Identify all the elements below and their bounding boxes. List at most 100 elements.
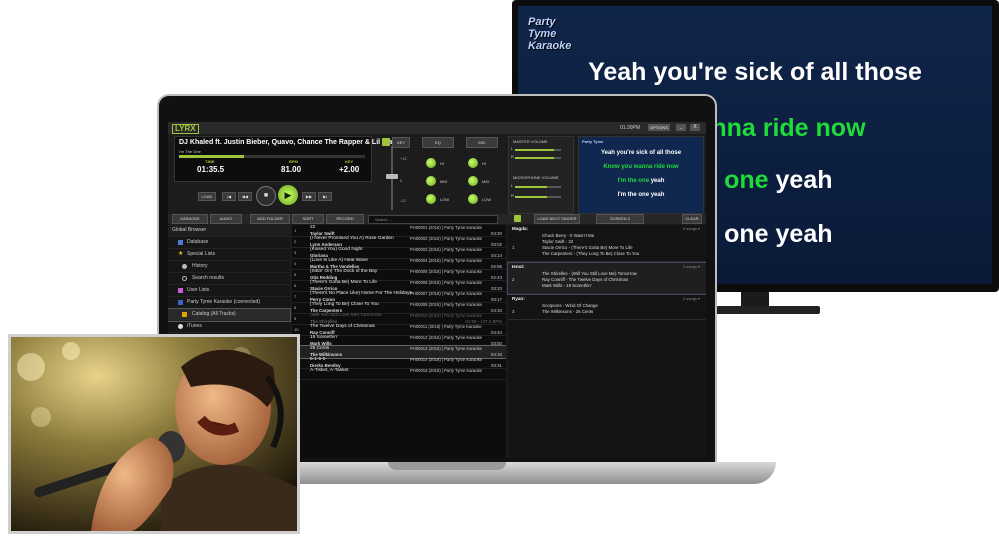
track-artist: The Shirelles (310, 318, 338, 324)
options-button[interactable]: OPTIONS (648, 124, 670, 131)
tv-lyric-line-1: Yeah you're sick of all those (588, 58, 922, 86)
star-icon: ★ (178, 251, 184, 257)
load-button[interactable]: LOAD (198, 192, 216, 201)
track-title: (Kissed You) Good Night (310, 247, 363, 252)
track-title: (I Never Promised You A) Rose Garden (310, 236, 394, 241)
mic-button[interactable]: MIC (466, 137, 498, 148)
eq-mid-knob[interactable] (426, 176, 436, 186)
fader-zero-label: 0 (400, 178, 403, 183)
close-button[interactable]: X (690, 124, 700, 131)
mic-volume-right-slider[interactable] (515, 196, 561, 198)
add-folder-button[interactable]: ADD FOLDER (250, 214, 290, 224)
sidebar-item-history[interactable]: History (168, 261, 290, 273)
track-title: 19 Somethin' (310, 335, 338, 340)
queue-song[interactable]: Scorpions - Wind Of Change (542, 303, 598, 308)
eq-button[interactable]: EQ (422, 137, 454, 148)
sidebar-item-catalog[interactable]: Catalog (All Tracks) (168, 308, 291, 322)
play-button[interactable]: ▶ (278, 185, 298, 205)
screen-2-button[interactable]: SCREEN 2 (596, 214, 644, 224)
mic-mid-label: MID (482, 179, 490, 184)
master-volume-label: MASTER VOLUME (513, 139, 548, 144)
previous-button[interactable]: |◀ (222, 192, 236, 201)
queue-song[interactable]: The Shirelles - (Will You Still Love Me)… (542, 271, 637, 276)
key-lock-icon[interactable] (382, 138, 390, 146)
mic-left-fill (515, 186, 548, 188)
queue-song[interactable]: The Carpenters - (They Long To Be) Close… (542, 251, 639, 256)
sidebar-item-global-browser[interactable]: Global Browser (168, 225, 290, 237)
singer-icon[interactable] (514, 215, 521, 222)
track-duration: 04:20 (491, 230, 502, 236)
mic-hi-knob[interactable] (468, 158, 478, 168)
track-artist: Mark Wills (310, 340, 332, 346)
queue-singer-group[interactable]: Ryan: 2 songs ▾ 3 Scorpions - Wind Of Chang… (508, 295, 706, 320)
queue-singer-group[interactable]: Ienut: 3 songs ▾ 2 The Shirelles - (Will Yo… (507, 262, 706, 295)
catalog-icon (182, 312, 187, 317)
rewind-button[interactable]: ◀◀ (238, 192, 252, 201)
queue-song[interactable]: Stacie Orrico - (There's Gotta Be) More … (542, 245, 633, 250)
sidebar-item-search-results[interactable]: Search results (168, 273, 290, 285)
song-count[interactable]: 2 songs ▾ (683, 296, 700, 301)
track-duration: 03:02 (491, 241, 502, 247)
master-r-label: R (511, 154, 514, 159)
track-duration: 03:31 (491, 362, 502, 368)
eq-hi-knob[interactable] (426, 158, 436, 168)
search-input[interactable]: Search ... (368, 215, 498, 224)
stop-button[interactable]: ■ (256, 186, 276, 206)
preview-line-2: Know you wanna ride now (603, 164, 679, 170)
mic-low-knob[interactable] (468, 194, 478, 204)
eq-low-knob[interactable] (426, 194, 436, 204)
key-fader[interactable] (386, 146, 398, 212)
track-code: PH00014 (2016) | Party Tyme Karaoke (410, 357, 483, 362)
time-label: TIME (205, 159, 215, 164)
master-volume-right-slider[interactable] (515, 157, 561, 159)
singer-name: Ryan: (512, 296, 525, 301)
sidebar-item-itunes[interactable]: iTunes (168, 321, 290, 333)
track-duration: 04:44 (491, 329, 502, 335)
master-volume-left-slider[interactable] (515, 149, 561, 151)
song-count[interactable]: 4 songs ▾ (683, 226, 700, 231)
track-duration: 03:17 (491, 296, 502, 302)
mic-volume-left-slider[interactable] (515, 186, 561, 188)
queue-singer-group[interactable]: Magda: 4 songs ▾ 1 Chuck Berry - It Wasn't … (508, 225, 706, 262)
tv-lyric-line-4: ne one yeah (688, 220, 833, 248)
audio-tab[interactable]: AUDIO (210, 214, 242, 224)
sort-button[interactable]: SORT (292, 214, 324, 224)
key-button[interactable]: KEY (392, 137, 410, 148)
party-tyme-logo: Party Tyme Karaoke (528, 16, 572, 52)
track-artist: Otis Redding (310, 274, 338, 280)
record-button[interactable]: RECORD (326, 214, 364, 224)
master-l-label: L (511, 146, 514, 151)
master-right-fill (515, 157, 555, 159)
sidebar-item-special-lists[interactable]: ★ Special Lists (168, 249, 290, 261)
minimize-button[interactable]: _ (676, 124, 686, 131)
queue-song[interactable]: Taylor Swift - 22 (542, 239, 573, 244)
mic-mid-knob[interactable] (468, 176, 478, 186)
track-artist: Ray Conniff (310, 329, 335, 335)
sidebar-item-user-lists[interactable]: User Lists (168, 285, 290, 297)
queue-song[interactable]: Mark Wills - 19 Somethin' (542, 283, 592, 288)
track-row[interactable]: 14A-Tisket, A-TasketPH00016 (2016) | Par… (292, 368, 506, 380)
track-title: 26 Cents (310, 346, 330, 351)
next-button[interactable]: ▶| (318, 192, 332, 201)
queue-number: 3 (512, 309, 515, 314)
queue-song[interactable]: Chuck Berry - It Wasn't Me (542, 233, 594, 238)
sidebar-item-database[interactable]: Database (168, 237, 290, 249)
track-title: The Twelve Days of Christmas (310, 324, 375, 329)
track-list: 1 22 Taylor Swift PH00001 (2016) | Party Ty… (292, 225, 506, 458)
tv-lyric-line-2: wanna ride now (678, 114, 866, 142)
song-count[interactable]: 3 songs ▾ (683, 264, 700, 269)
clear-button[interactable]: CLEAR (682, 214, 702, 224)
queue-song[interactable]: The Wilkinsons - 26 Cents (542, 309, 593, 314)
queue-song[interactable]: Ray Conniff - The Twelve Days of Christm… (542, 277, 628, 282)
track-title: (There's Gotta Be) More To Life (310, 280, 377, 285)
eq-low-label: LOW (440, 197, 450, 202)
fader-knob[interactable] (386, 174, 398, 179)
mic-right-fill (515, 196, 548, 198)
fast-forward-button[interactable]: ▶▶ (302, 192, 316, 201)
progress-bar[interactable] (179, 155, 365, 158)
karaoke-tab[interactable]: KARAOKE (172, 214, 208, 224)
load-next-singer-button[interactable]: LOAD NEXT SINGER (534, 214, 580, 224)
tv-lyric-line-3: ne one yeah (688, 166, 833, 194)
track-number: 8 (294, 305, 297, 310)
sidebar-item-party-tyme[interactable]: Party Tyme Karaoke (connected) (168, 297, 290, 309)
